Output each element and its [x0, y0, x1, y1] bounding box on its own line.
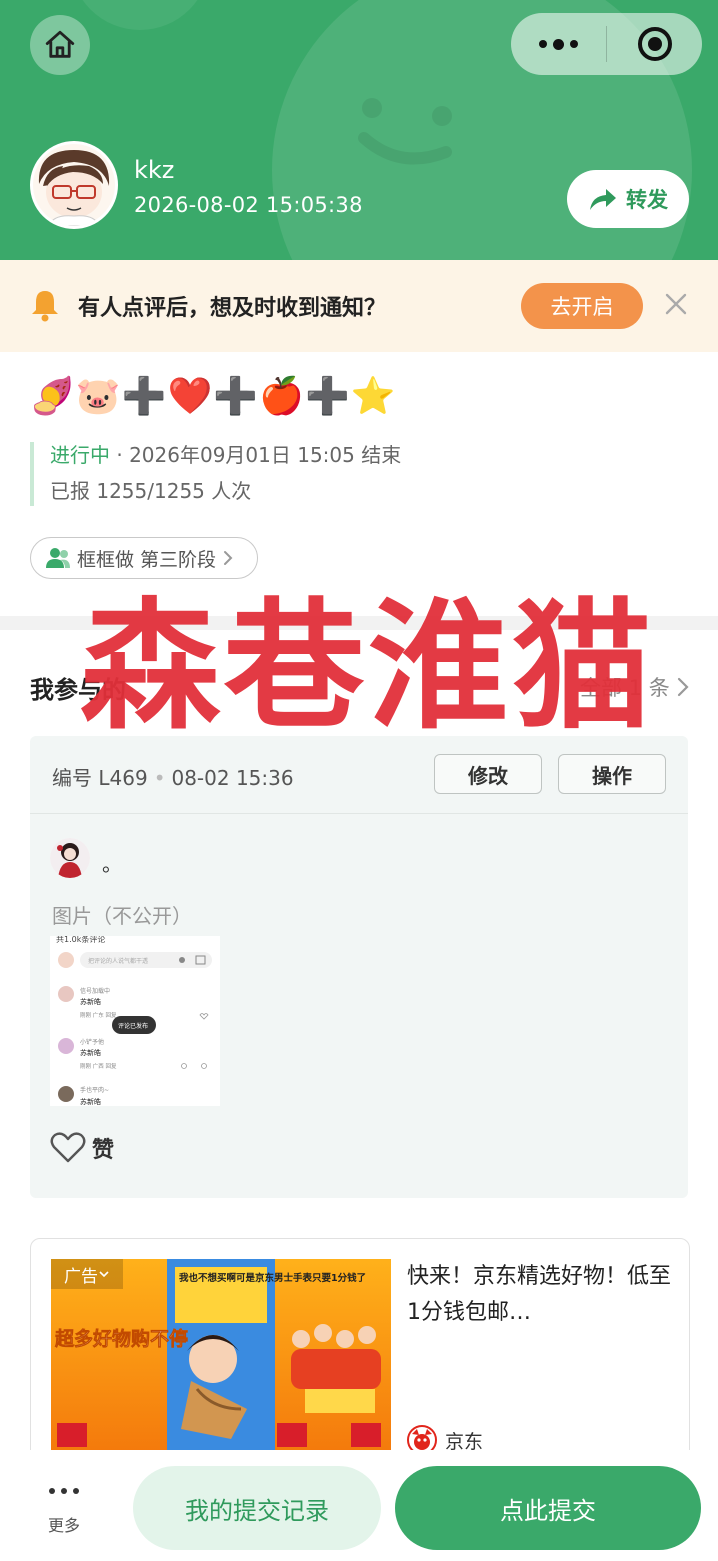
thumb-c3-name: 手也平肉~	[80, 1086, 109, 1094]
thumb-c3-text: 苏新皓	[80, 1097, 101, 1106]
bell-icon	[32, 291, 58, 322]
forward-button[interactable]: 转发	[567, 170, 689, 228]
activity-title: 🍠🐷➕❤️➕🍎➕⭐	[30, 376, 397, 417]
edit-button[interactable]: 修改	[434, 754, 542, 794]
close-mini-program-button[interactable]	[607, 13, 702, 75]
avatar-image	[50, 838, 90, 878]
image-private-label: 图片（不公开）	[52, 904, 192, 928]
close-icon[interactable]	[662, 290, 690, 318]
more-dots-icon	[49, 1488, 79, 1494]
user-avatar[interactable]	[30, 141, 118, 229]
chevron-down-icon	[99, 1271, 109, 1278]
more-button[interactable]: 更多	[36, 1480, 92, 1544]
more-label: 更多	[47, 1516, 80, 1535]
bottom-action-bar: 更多 我的提交记录 点此提交	[0, 1450, 718, 1561]
submission-text: 。	[102, 852, 122, 876]
submission-time: 08-02 15:36	[171, 766, 294, 790]
like-label: 赞	[92, 1138, 115, 1163]
post-timestamp: 2026-08-02 15:05:38	[134, 193, 363, 217]
ad-card[interactable]: 我也不想买啊可是京东男士手表只要1分钱了 超多好物购不停 广告 快来！京东精选好…	[30, 1238, 690, 1468]
more-menu-button[interactable]	[511, 13, 606, 75]
mini-program-capsule	[511, 13, 702, 75]
dot-icon	[553, 38, 564, 50]
home-icon	[45, 30, 75, 58]
avatar-image	[33, 144, 115, 226]
group-tag-label: 框框做 第三阶段	[77, 548, 217, 571]
notification-prompt-bar: 有人点评后，想及时收到通知？ 去开启	[0, 260, 718, 352]
thumb-c2-text: 苏新皓	[80, 1048, 101, 1057]
target-icon	[637, 27, 672, 61]
header-decoration-small	[70, 0, 210, 30]
thumb-c1-text: 苏新皓	[80, 997, 101, 1006]
chevron-right-icon	[677, 677, 689, 697]
separator-dot: •	[153, 766, 166, 790]
activity-status: 进行中 · 2026年09月01日 15:05 结束 已报 1255/1255 …	[30, 442, 450, 506]
forward-label: 转发	[626, 188, 668, 212]
share-arrow-icon	[590, 189, 616, 210]
thumb-header: 共1.0k条评论	[56, 936, 105, 944]
ad-banner-text: 我也不想买啊可是京东男士手表只要1分钱了	[179, 1272, 366, 1284]
submission-records-button[interactable]: 我的提交记录	[133, 1466, 381, 1550]
thumb-c2-name: 小铲予他	[80, 1038, 104, 1046]
smile-decoration-icon	[358, 98, 452, 165]
submit-button[interactable]: 点此提交	[395, 1466, 701, 1550]
header: kkz 2026-08-02 15:05:38 转发	[0, 0, 718, 260]
home-button[interactable]	[30, 15, 90, 75]
submission-card: 编号 L469 • 08-02 15:36 修改 操作 。 图片（不公开） 共1.0…	[30, 736, 688, 1198]
thumb-c1-name: 信号加载中	[80, 987, 110, 995]
submission-id: 编号 L469	[52, 766, 148, 790]
users-icon	[46, 548, 70, 568]
dot-icon	[570, 40, 578, 48]
thumb-c1-meta: 刚刚 广东 回复	[80, 1011, 117, 1019]
chevron-right-icon	[224, 551, 233, 565]
screenshot-thumbnail-image: 共1.0k条评论 把评论的人说气都干透 信号加载中 苏新皓 刚刚 广东 回复 评…	[50, 936, 220, 1106]
status-line: 进行中 · 2026年09月01日 15:05 结束	[50, 442, 450, 468]
ad-slogan: 超多好物购不停	[54, 1327, 188, 1350]
ad-tag-label: 广告	[64, 1266, 98, 1287]
username: kkz	[134, 156, 175, 184]
ad-tag[interactable]: 广告	[51, 1259, 123, 1289]
thumb-c2-meta: 刚刚 广西 回复	[80, 1062, 117, 1070]
dot-icon	[539, 40, 547, 48]
heart-outline-icon	[50, 1132, 86, 1163]
end-time: · 2026年09月01日 15:05 结束	[116, 443, 402, 467]
submission-image-thumbnail[interactable]: 共1.0k条评论 把评论的人说气都干透 信号加载中 苏新皓 刚刚 广东 回复 评…	[50, 936, 220, 1106]
reported-count: 已报 1255/1255 人次	[50, 479, 252, 503]
group-tag-button[interactable]: 框框做 第三阶段	[30, 537, 258, 579]
notice-text: 有人点评后，想及时收到通知？	[78, 296, 387, 321]
enable-notification-button[interactable]: 去开启	[521, 283, 643, 329]
thumb-toast: 评论已发布	[118, 1022, 148, 1030]
operate-button[interactable]: 操作	[558, 754, 666, 794]
submitter-avatar	[50, 838, 90, 878]
thumb-input-placeholder: 把评论的人说气都干透	[88, 957, 148, 965]
status-ongoing: 进行中	[50, 443, 110, 467]
ad-title: 快来！京东精选好物！低至1分钱包邮…	[407, 1264, 672, 1325]
like-button[interactable]: 赞	[50, 1132, 114, 1164]
watermark-text: 森巷淮猫	[80, 586, 657, 749]
submission-meta: 编号 L469 • 08-02 15:36	[52, 762, 294, 791]
